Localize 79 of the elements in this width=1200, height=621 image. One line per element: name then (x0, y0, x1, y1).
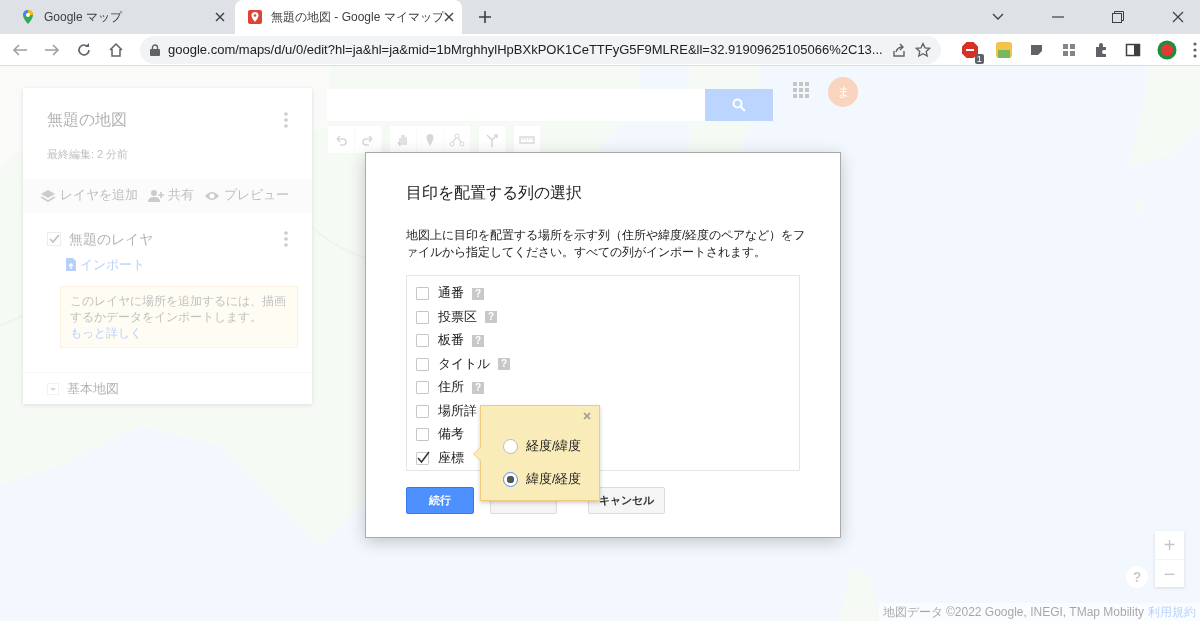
badge-count: 1 (974, 53, 984, 64)
column-name: 住所 (438, 379, 464, 397)
column-checkbox[interactable] (416, 287, 429, 301)
base-map-label[interactable]: 基本地図 (67, 379, 119, 399)
layers-icon (40, 187, 56, 204)
lock-icon (150, 43, 160, 56)
dialog-title: 目印を配置する列の選択 (406, 183, 583, 203)
profile-icon[interactable] (1156, 39, 1177, 60)
tool-button[interactable] (328, 126, 355, 153)
home-icon[interactable] (108, 41, 124, 58)
action-button[interactable]: 共有 (147, 185, 195, 206)
stop-sign-icon[interactable] (960, 40, 979, 59)
column-checkbox[interactable] (416, 428, 429, 442)
line-icon (449, 131, 465, 148)
column-name: タイトル (438, 355, 490, 373)
column-name: 通番 (438, 285, 464, 303)
column-checkbox[interactable] (416, 404, 429, 418)
add-person-icon (148, 187, 164, 204)
close-icon[interactable] (215, 12, 225, 22)
zoom-in-button[interactable]: + (1155, 531, 1184, 559)
column-name: 板番 (438, 332, 464, 350)
forward-icon[interactable] (44, 41, 60, 58)
star-icon[interactable] (914, 41, 931, 58)
column-name: 場所詳 (438, 402, 477, 420)
layer-checkbox[interactable] (47, 232, 61, 246)
back-icon[interactable] (12, 41, 28, 58)
share-icon[interactable] (890, 41, 907, 58)
map-title[interactable]: 無題の地図 (47, 108, 284, 132)
attribution-text: 地図データ ©2022 Google, INEGI, TMap Mobility (882, 604, 1144, 621)
tool-button[interactable] (355, 126, 382, 153)
continue-button[interactable]: 続行 (406, 487, 474, 514)
tool-button[interactable] (514, 126, 541, 153)
reload-icon[interactable] (76, 41, 92, 58)
tool-button[interactable] (417, 126, 444, 153)
help-icon[interactable]: ? (472, 287, 484, 300)
dialog-description: 地図上に目印を配置する場所を示す列（住所や緯度/経度のペアなど）をファイルから指定してください。すべての列がインポートされます。 (406, 227, 807, 261)
chevron-down-icon[interactable] (992, 13, 1004, 21)
route-icon (484, 131, 500, 148)
column-name: 座標 (438, 449, 464, 467)
map-pin-icon (20, 9, 36, 25)
restore-icon[interactable] (1112, 11, 1124, 23)
column-checkbox[interactable] (416, 381, 429, 395)
side-panel-icon[interactable] (1124, 41, 1141, 58)
help-icon[interactable]: ? (498, 358, 510, 371)
map-pin-icon (247, 9, 263, 25)
search-icon (732, 98, 746, 112)
tool-button[interactable] (479, 126, 506, 153)
column-checkbox[interactable] (416, 310, 429, 324)
column-name: 備考 (438, 426, 464, 444)
extension-icon[interactable] (1060, 41, 1077, 58)
help-icon[interactable]: ? (472, 381, 484, 394)
layer-name[interactable]: 無題のレイヤ (69, 228, 284, 250)
tab-title: Google マップ (44, 9, 124, 26)
column-checkbox[interactable] (416, 334, 429, 348)
column-checkbox[interactable] (416, 357, 429, 371)
radio-button[interactable] (503, 439, 518, 454)
apps-icon[interactable] (793, 82, 809, 98)
cancel-button[interactable]: キャンセル (588, 487, 665, 514)
option-label: 緯度/経度 (526, 471, 582, 489)
search-button[interactable] (705, 89, 773, 121)
close-icon[interactable] (1172, 11, 1184, 23)
column-checkbox[interactable] (416, 451, 429, 465)
column-name: 投票区 (438, 308, 477, 326)
help-icon[interactable]: ? (472, 334, 484, 347)
more-icon[interactable] (1192, 41, 1197, 58)
file-upload-icon (66, 258, 76, 272)
tab-title: 無題の地図 - Google マイマップ (271, 9, 444, 26)
zoom-out-button[interactable]: − (1155, 559, 1184, 587)
dropdown-icon[interactable] (47, 382, 59, 395)
tool-button[interactable] (390, 126, 417, 153)
option-label: 経度/緯度 (526, 438, 582, 456)
close-icon[interactable] (443, 12, 454, 22)
tool-button[interactable] (444, 126, 471, 153)
search-field[interactable] (327, 89, 705, 121)
help-icon[interactable]: ? (485, 311, 497, 324)
radio-button[interactable] (503, 472, 518, 487)
browser-tab[interactable]: Google マップ (8, 0, 235, 34)
browser-tab[interactable]: 無題の地図 - Google マイマップ (235, 0, 462, 34)
new-tab-icon[interactable] (478, 10, 492, 24)
